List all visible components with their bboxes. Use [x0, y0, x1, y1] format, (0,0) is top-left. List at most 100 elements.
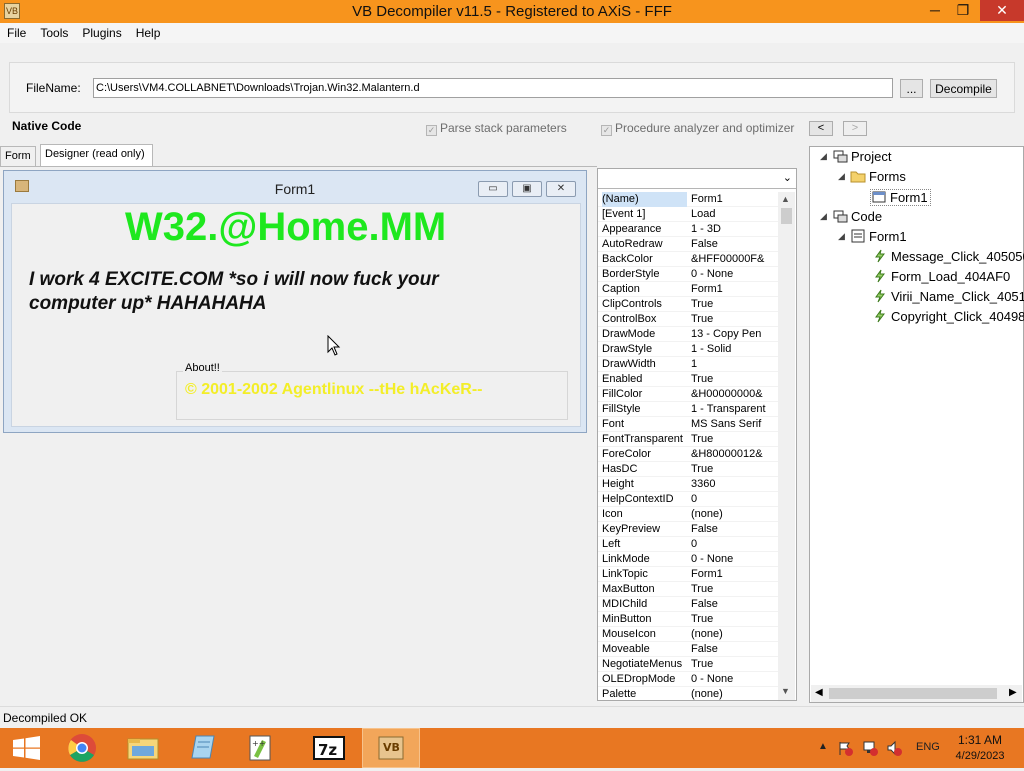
scroll-up-icon[interactable]: ▲: [781, 194, 790, 204]
property-row[interactable]: HasDC True: [598, 462, 778, 477]
property-row[interactable]: Left 0: [598, 537, 778, 552]
show-hidden-icons-icon[interactable]: ▲: [818, 741, 828, 752]
property-value[interactable]: 0: [691, 492, 777, 507]
property-value[interactable]: Load: [691, 207, 777, 222]
property-value[interactable]: 1 - 3D: [691, 222, 777, 237]
property-value[interactable]: True: [691, 372, 777, 387]
action-center-flag-icon[interactable]: [837, 740, 853, 756]
property-value[interactable]: 1 - Solid: [691, 342, 777, 357]
tree-item-procedure[interactable]: Copyright_Click_404980: [872, 309, 1024, 324]
scroll-down-icon[interactable]: ▼: [781, 686, 790, 696]
property-value[interactable]: (none): [691, 687, 777, 702]
tree-horizontal-scrollbar[interactable]: ◀ ▶: [811, 685, 1022, 702]
property-row[interactable]: AutoRedraw False: [598, 237, 778, 252]
menu-plugins[interactable]: Plugins: [75, 23, 128, 40]
property-value[interactable]: 0 - None: [691, 672, 777, 687]
property-value[interactable]: True: [691, 582, 777, 597]
property-row[interactable]: BackColor &HFF00000F&: [598, 252, 778, 267]
network-icon[interactable]: [862, 740, 878, 756]
windows-start-icon[interactable]: [0, 728, 58, 768]
next-button[interactable]: >: [843, 121, 867, 136]
property-row[interactable]: KeyPreview False: [598, 522, 778, 537]
property-value[interactable]: True: [691, 297, 777, 312]
object-selector-dropdown[interactable]: ⌄: [598, 169, 796, 189]
minimize-button[interactable]: ─: [920, 0, 950, 21]
property-row[interactable]: Enabled True: [598, 372, 778, 387]
notepad-icon[interactable]: [174, 728, 232, 768]
property-value[interactable]: True: [691, 432, 777, 447]
property-value[interactable]: True: [691, 657, 777, 672]
property-row[interactable]: MaxButton True: [598, 582, 778, 597]
tree-item-code-form1[interactable]: Form1: [850, 229, 907, 244]
property-row[interactable]: ControlBox True: [598, 312, 778, 327]
property-value[interactable]: False: [691, 522, 777, 537]
prev-button[interactable]: <: [809, 121, 833, 136]
language-indicator[interactable]: ENG: [916, 741, 940, 753]
property-row[interactable]: DrawStyle 1 - Solid: [598, 342, 778, 357]
volume-icon[interactable]: [886, 740, 902, 756]
property-row[interactable]: MinButton True: [598, 612, 778, 627]
property-row[interactable]: LinkMode 0 - None: [598, 552, 778, 567]
property-value[interactable]: &HFF00000F&: [691, 252, 777, 267]
property-row[interactable]: HelpContextID 0: [598, 492, 778, 507]
property-scrollbar[interactable]: ▲ ▼: [778, 192, 795, 700]
property-value[interactable]: MS Sans Serif: [691, 417, 777, 432]
close-button[interactable]: ✕: [980, 0, 1024, 21]
tree-item-procedure[interactable]: Form_Load_404AF0: [872, 269, 1010, 284]
property-row[interactable]: ForeColor &H80000012&: [598, 447, 778, 462]
property-value[interactable]: False: [691, 237, 777, 252]
notepad-plus-plus-icon[interactable]: ++: [232, 728, 290, 768]
property-row[interactable]: Caption Form1: [598, 282, 778, 297]
property-row[interactable]: Icon (none): [598, 507, 778, 522]
property-row[interactable]: MDIChild False: [598, 597, 778, 612]
property-value[interactable]: False: [691, 597, 777, 612]
parse-stack-checkbox[interactable]: ✓ Parse stack parameters: [426, 121, 567, 136]
menu-file[interactable]: File: [0, 23, 33, 40]
property-value[interactable]: 0: [691, 537, 777, 552]
tree-item-project[interactable]: Project: [832, 149, 891, 164]
property-row[interactable]: FontTransparent True: [598, 432, 778, 447]
scroll-right-icon[interactable]: ▶: [1009, 687, 1017, 698]
property-value[interactable]: Form1: [691, 282, 777, 297]
property-row[interactable]: DrawMode 13 - Copy Pen: [598, 327, 778, 342]
filename-input[interactable]: [93, 78, 893, 98]
chrome-icon[interactable]: [58, 728, 116, 768]
property-value[interactable]: (none): [691, 507, 777, 522]
clock-time[interactable]: 1:31 AM: [950, 733, 1010, 747]
property-value[interactable]: &H80000012&: [691, 447, 777, 462]
vb-decompiler-icon[interactable]: VB: [362, 728, 420, 768]
property-row[interactable]: Font MS Sans Serif: [598, 417, 778, 432]
tree-collapse-icon[interactable]: ◢: [838, 231, 845, 242]
tree-collapse-icon[interactable]: ◢: [820, 211, 827, 222]
property-value[interactable]: 13 - Copy Pen: [691, 327, 777, 342]
property-value[interactable]: True: [691, 462, 777, 477]
maximize-button[interactable]: ❐: [948, 0, 978, 21]
tree-collapse-icon[interactable]: ◢: [838, 171, 845, 182]
clock-date[interactable]: 4/29/2023: [950, 750, 1010, 762]
property-value[interactable]: True: [691, 312, 777, 327]
menu-help[interactable]: Help: [129, 23, 168, 40]
property-value[interactable]: 1 - Transparent: [691, 402, 777, 417]
property-row[interactable]: Appearance 1 - 3D: [598, 222, 778, 237]
property-value[interactable]: (none): [691, 627, 777, 642]
7-zip-icon[interactable]: 7z: [300, 728, 358, 768]
property-row[interactable]: LinkTopic Form1: [598, 567, 778, 582]
property-value[interactable]: 1: [691, 357, 777, 372]
tree-item-code[interactable]: Code: [832, 209, 882, 224]
tree-item-forms[interactable]: Forms: [850, 169, 906, 184]
property-row[interactable]: FillStyle 1 - Transparent: [598, 402, 778, 417]
tree-item-form1[interactable]: Form1: [870, 189, 931, 206]
browse-button[interactable]: ...: [900, 79, 923, 98]
property-value[interactable]: 0 - None: [691, 552, 777, 567]
tree-item-procedure[interactable]: Message_Click_405050: [872, 249, 1024, 264]
property-row[interactable]: MouseIcon (none): [598, 627, 778, 642]
property-row[interactable]: NegotiateMenus True: [598, 657, 778, 672]
property-value[interactable]: False: [691, 642, 777, 657]
file-explorer-icon[interactable]: [116, 728, 174, 768]
tab-form[interactable]: Form: [0, 146, 36, 166]
property-row[interactable]: Height 3360: [598, 477, 778, 492]
menu-tools[interactable]: Tools: [33, 23, 75, 40]
property-row[interactable]: DrawWidth 1: [598, 357, 778, 372]
property-row[interactable]: OLEDropMode 0 - None: [598, 672, 778, 687]
tab-designer[interactable]: Designer (read only): [40, 144, 153, 166]
